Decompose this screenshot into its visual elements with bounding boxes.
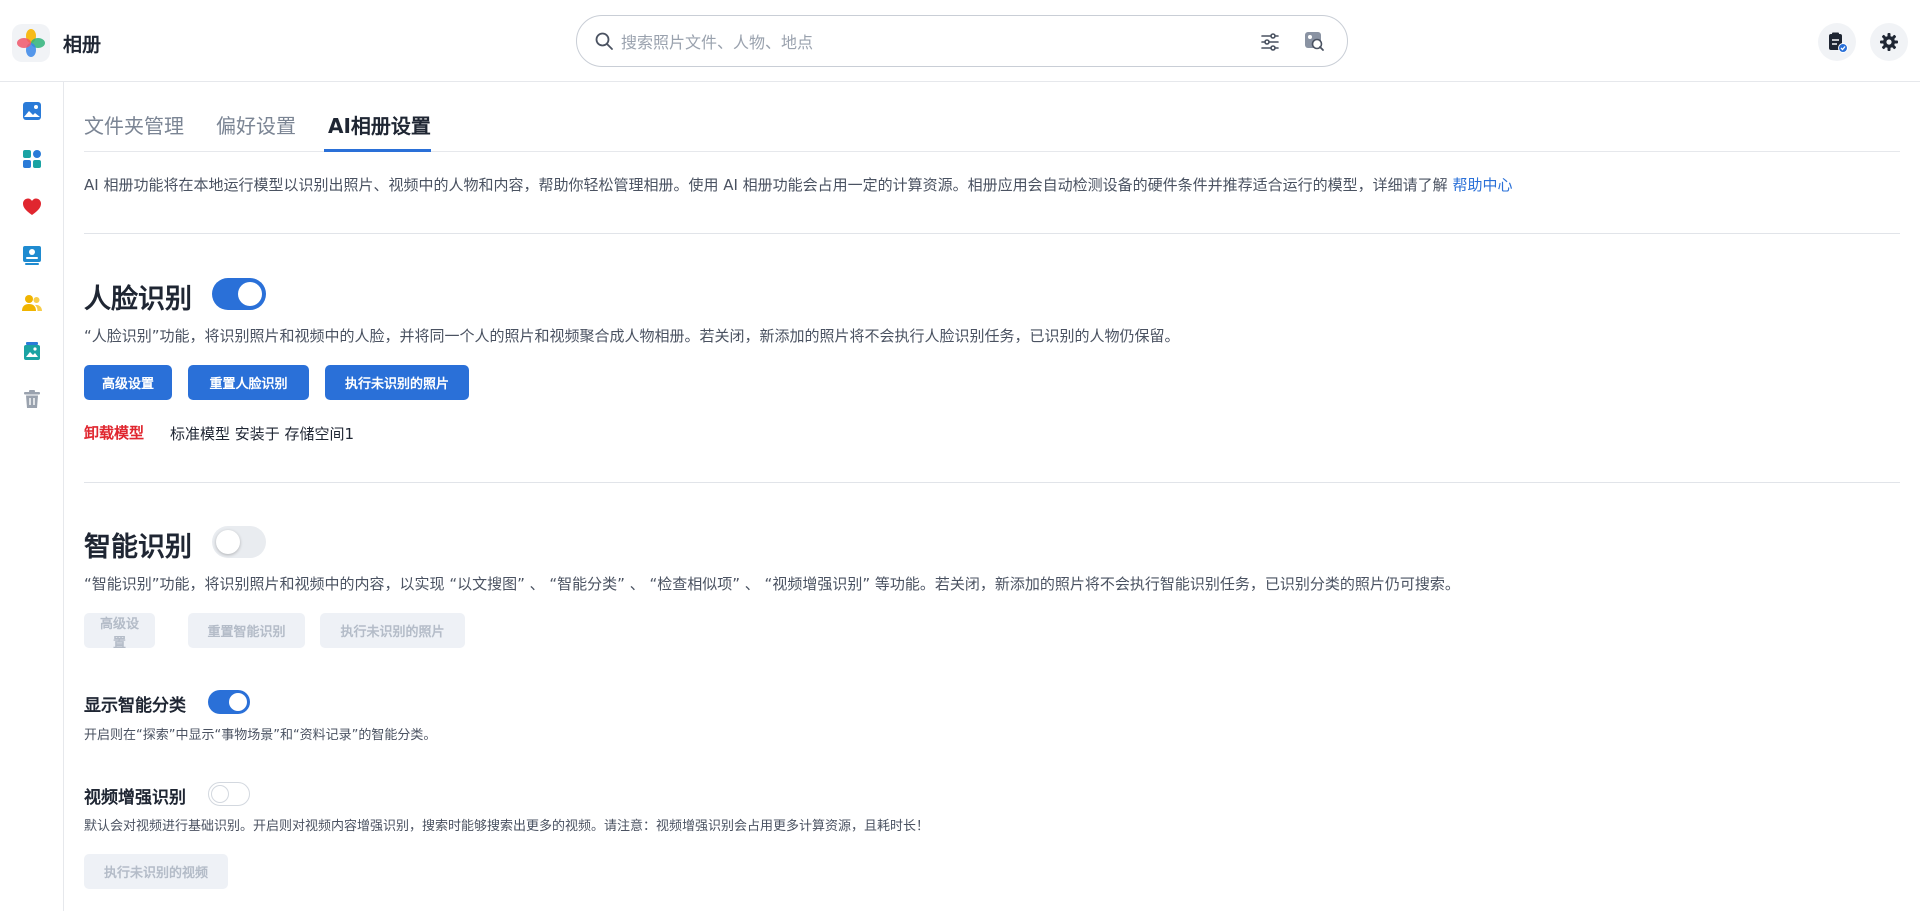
search-bar[interactable] [576, 15, 1348, 67]
trash-icon [24, 390, 40, 408]
sidebar-item-people[interactable] [19, 290, 45, 316]
image-search-icon[interactable] [1303, 30, 1325, 56]
smart-recognition-toggle[interactable] [212, 526, 266, 558]
video-enhanced-recognition-title: 视频增强识别 [84, 788, 186, 808]
reset-face-recognition-button[interactable]: 重置人脸识别 [188, 365, 309, 400]
image-icon [23, 102, 41, 120]
tab-folder-management[interactable]: 文件夹管理 [84, 110, 184, 139]
sidebar-item-trash[interactable] [19, 386, 45, 412]
task-list-icon [1829, 32, 1848, 53]
filter-icon[interactable] [1259, 31, 1281, 57]
tab-bar: 文件夹管理 偏好设置 AI相册设置 [84, 82, 1900, 152]
smart-recognition-title: 智能识别 [84, 532, 192, 563]
active-tab-indicator [324, 149, 431, 152]
run-unrecognized-photos-button[interactable]: 执行未识别的照片 [325, 365, 469, 400]
help-center-link[interactable]: 帮助中心 [1452, 176, 1512, 194]
face-advanced-settings-button[interactable]: 高级设置 [84, 365, 172, 400]
smart-advanced-settings-button[interactable]: 高级设置 [84, 613, 155, 651]
intro-description: AI 相册功能将在本地运行模型以识别出照片、视频中的人物和内容，帮助你轻松管理相… [84, 176, 1448, 194]
sidebar-item-recognition[interactable] [19, 242, 45, 268]
toggle-knob [216, 530, 240, 554]
tab-preferences[interactable]: 偏好设置 [216, 110, 296, 139]
settings-button[interactable] [1870, 23, 1908, 61]
heart-icon [23, 198, 41, 215]
smart-recognition-description: “智能识别”功能，将识别照片和视频中的内容，以实现 “以文搜图” 、 “智能分类… [84, 575, 1460, 593]
tab-ai-album-settings[interactable]: AI相册设置 [328, 110, 431, 139]
task-list-button[interactable] [1818, 23, 1856, 61]
show-smart-category-title: 显示智能分类 [84, 696, 186, 716]
sidebar-item-albums[interactable] [19, 146, 45, 172]
divider [84, 233, 1900, 234]
face-recognition-title: 人脸识别 [84, 284, 192, 315]
app-logo [12, 24, 50, 62]
show-smart-category-description: 开启则在“探索”中显示“事物场景”和“资料记录”的智能分类。 [84, 728, 437, 743]
search-icon [594, 31, 614, 55]
sidebar-item-favorites[interactable] [19, 194, 45, 220]
run-unrecognized-videos-button[interactable]: 执行未识别的视频 [84, 854, 228, 889]
unload-model-link[interactable]: 卸载模型 [84, 422, 144, 443]
sidebar-item-shared[interactable] [19, 338, 45, 364]
grid-icon [23, 150, 41, 168]
model-info: 标准模型 安装于 存储空间1 [170, 425, 355, 443]
settings-icon [1880, 33, 1898, 51]
app-title: 相册 [63, 34, 102, 56]
divider [84, 482, 1900, 483]
search-input[interactable] [621, 28, 1221, 56]
face-recognition-description: “人脸识别”功能，将识别照片和视频中的人脸，并将同一个人的照片和视频聚合成人物相… [84, 327, 1180, 345]
photos-logo-icon [17, 29, 45, 57]
top-header: 相册 [0, 0, 1920, 82]
video-enhanced-recognition-toggle[interactable] [208, 782, 250, 806]
face-card-icon [23, 246, 41, 265]
shared-album-icon [24, 342, 40, 360]
video-enhanced-recognition-description: 默认会对视频进行基础识别。开启则对视频内容增强识别，搜索时能够搜索出更多的视频。… [84, 819, 930, 834]
sidebar [0, 82, 64, 911]
reset-smart-recognition-button[interactable]: 重置智能识别 [188, 613, 305, 648]
main-content: 文件夹管理 偏好设置 AI相册设置 AI 相册功能将在本地运行模型以识别出照片、… [84, 82, 1900, 911]
run-unrecognized-photos-button-disabled[interactable]: 执行未识别的照片 [320, 613, 465, 648]
people-icon [22, 295, 42, 311]
toggle-knob [238, 282, 262, 306]
show-smart-category-toggle[interactable] [208, 690, 250, 714]
toggle-knob [211, 785, 229, 803]
face-recognition-toggle[interactable] [212, 278, 266, 310]
sidebar-item-photos[interactable] [19, 98, 45, 124]
toggle-knob [229, 693, 247, 711]
intro-text: AI 相册功能将在本地运行模型以识别出照片、视频中的人物和内容，帮助你轻松管理相… [84, 174, 1512, 195]
